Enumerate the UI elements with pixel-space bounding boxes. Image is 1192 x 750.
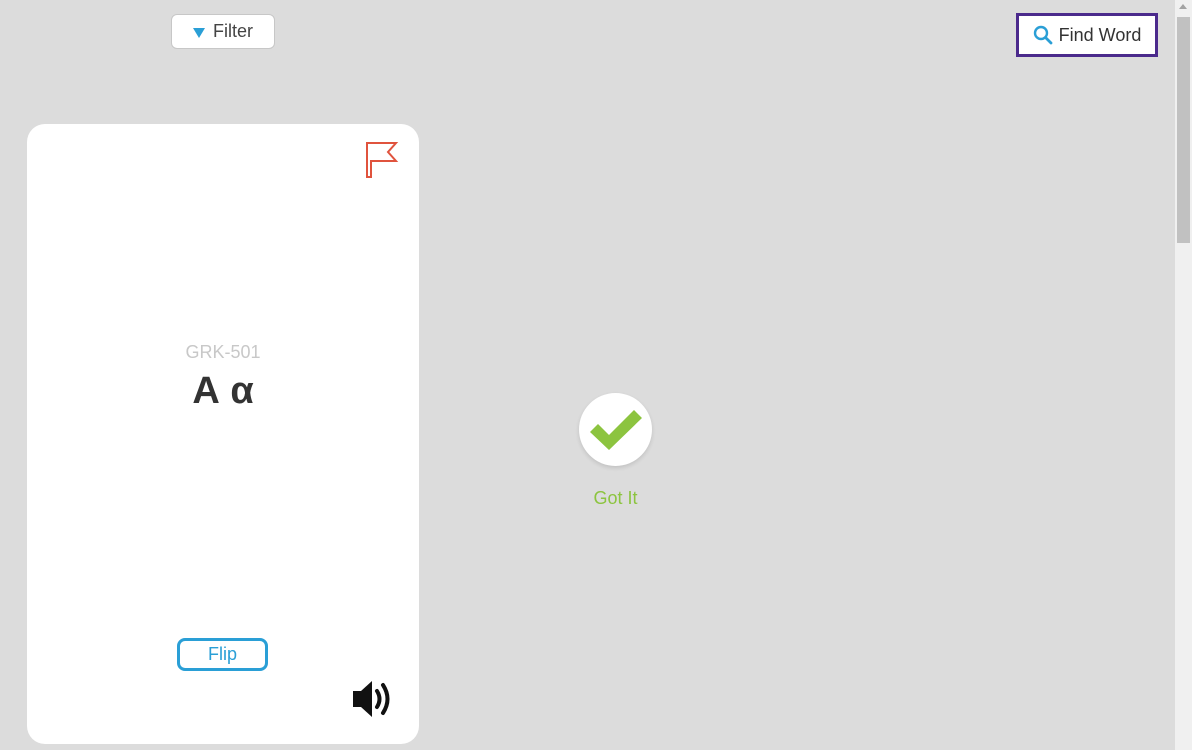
scrollbar-thumb[interactable] bbox=[1177, 17, 1190, 243]
checkmark-icon bbox=[589, 409, 642, 450]
triangle-down-icon bbox=[193, 27, 205, 38]
filter-label: Filter bbox=[213, 21, 253, 41]
search-icon bbox=[1033, 25, 1053, 45]
flag-icon[interactable] bbox=[365, 141, 399, 179]
speaker-icon[interactable] bbox=[350, 676, 396, 722]
filter-button[interactable]: Filter bbox=[171, 14, 275, 49]
card-code: GRK-501 bbox=[185, 342, 261, 362]
got-it-label[interactable]: Got It bbox=[565, 488, 666, 509]
flip-button[interactable]: Flip bbox=[177, 638, 268, 671]
scroll-up-arrow-icon[interactable] bbox=[1179, 4, 1187, 9]
got-it-button[interactable] bbox=[579, 393, 652, 466]
find-word-label: Find Word bbox=[1058, 24, 1142, 45]
card-word: Α α bbox=[192, 370, 254, 412]
vertical-scrollbar[interactable] bbox=[1175, 0, 1192, 750]
flashcard-page: Filter Find Word GRK-501 Α α Flip Got It bbox=[0, 0, 1192, 750]
flashcard: GRK-501 Α α Flip bbox=[27, 124, 419, 744]
find-word-button[interactable]: Find Word bbox=[1016, 13, 1158, 57]
